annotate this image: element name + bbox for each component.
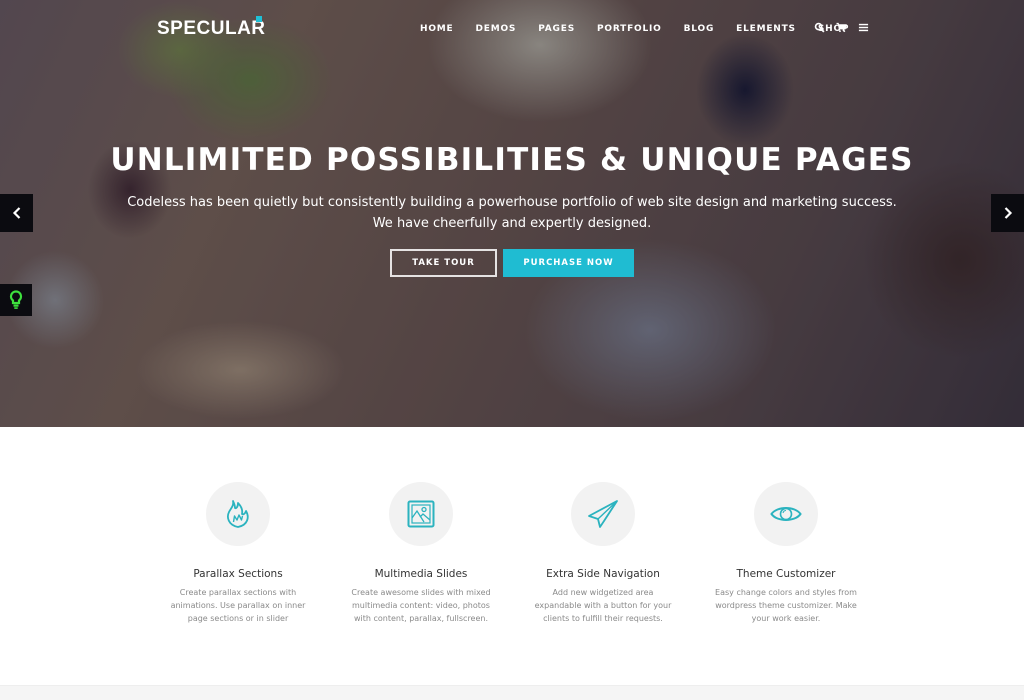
- chevron-left-icon: [12, 207, 20, 219]
- main-nav: HOME DEMOS PAGES PORTFOLIO BLOG ELEMENTS…: [420, 24, 871, 34]
- image-icon: [407, 500, 435, 528]
- take-tour-button[interactable]: TAKE TOUR: [390, 249, 497, 277]
- flame-icon: [227, 500, 249, 528]
- hero-subtitle-line: We have cheerfully and expertly designed…: [372, 216, 652, 231]
- style-switcher-button[interactable]: [0, 284, 32, 316]
- feature-description: Easy change colors and styles from wordp…: [706, 586, 866, 625]
- feature-icon-circle: [389, 482, 453, 546]
- feature-description-line: clients to fulfill their requests.: [543, 614, 663, 623]
- feature-description: Add new widgetized area expandable with …: [523, 586, 683, 625]
- feature-description-line: Add new widgetized area: [552, 588, 654, 597]
- features-section: Parallax Sections Create parallax sectio…: [0, 427, 1024, 685]
- feature-description-line: Create awesome slides with mixed: [351, 588, 491, 597]
- nav-blog[interactable]: BLOG: [684, 24, 715, 34]
- feature-description-line: animations. Use parallax on inner: [170, 601, 306, 610]
- cart-icon[interactable]: [836, 22, 847, 33]
- slider-prev-button[interactable]: [0, 194, 33, 232]
- slider-next-button[interactable]: [991, 194, 1024, 232]
- nav-home[interactable]: HOME: [420, 24, 454, 34]
- feature-icon-circle: [754, 482, 818, 546]
- menu-icon[interactable]: [858, 22, 869, 33]
- lightbulb-icon: [9, 290, 23, 309]
- next-section-edge: [0, 685, 1024, 700]
- nav-elements[interactable]: ELEMENTS: [736, 24, 796, 34]
- feature-description-line: multimedia content: video, photos: [352, 601, 490, 610]
- feature-theme-customizer: Theme Customizer Easy change colors and …: [706, 482, 866, 625]
- feature-description-line: Easy change colors and styles from: [715, 588, 857, 597]
- feature-extra-side-navigation: Extra Side Navigation Add new widgetized…: [523, 482, 683, 625]
- purchase-now-button[interactable]: PURCHASE NOW: [503, 249, 634, 277]
- feature-description-line: page sections or in slider: [187, 614, 289, 623]
- nav-demos[interactable]: DEMOS: [476, 24, 517, 34]
- feature-description-line: wordpress theme customizer. Make: [715, 601, 857, 610]
- chevron-right-icon: [1004, 207, 1012, 219]
- eye-icon: [770, 507, 802, 521]
- search-icon[interactable]: [814, 22, 825, 33]
- logo[interactable]: SPECULAR: [157, 18, 266, 40]
- feature-description: Create awesome slides with mixed multime…: [341, 586, 501, 625]
- feature-icon-circle: [571, 482, 635, 546]
- feature-title: Extra Side Navigation: [546, 568, 660, 580]
- hero-subtitle: Codeless has been quietly but consistent…: [0, 192, 1024, 234]
- paper-plane-icon: [588, 500, 618, 528]
- nav-icons: [814, 22, 880, 33]
- feature-description-line: Create parallax sections with: [179, 588, 297, 597]
- hero-subtitle-line: Codeless has been quietly but consistent…: [127, 195, 897, 210]
- logo-accent-dot: [256, 16, 262, 22]
- feature-title: Theme Customizer: [736, 568, 836, 580]
- feature-title: Parallax Sections: [193, 568, 283, 580]
- hero-slider: SPECULAR HOME DEMOS PAGES PORTFOLIO BLOG…: [0, 0, 1024, 427]
- nav-pages[interactable]: PAGES: [538, 24, 575, 34]
- feature-description-line: with content, parallax, fullscreen.: [353, 614, 489, 623]
- nav-portfolio[interactable]: PORTFOLIO: [597, 24, 662, 34]
- feature-description: Create parallax sections with animations…: [158, 586, 318, 625]
- feature-multimedia-slides: Multimedia Slides Create awesome slides …: [341, 482, 501, 625]
- feature-icon-circle: [206, 482, 270, 546]
- feature-description-line: expandable with a button for your: [534, 601, 672, 610]
- feature-parallax-sections: Parallax Sections Create parallax sectio…: [158, 482, 318, 625]
- feature-title: Multimedia Slides: [374, 568, 468, 580]
- hero-title: UNLIMITED POSSIBILITIES & UNIQUE PAGES: [110, 142, 914, 178]
- feature-description-line: your work easier.: [751, 614, 821, 623]
